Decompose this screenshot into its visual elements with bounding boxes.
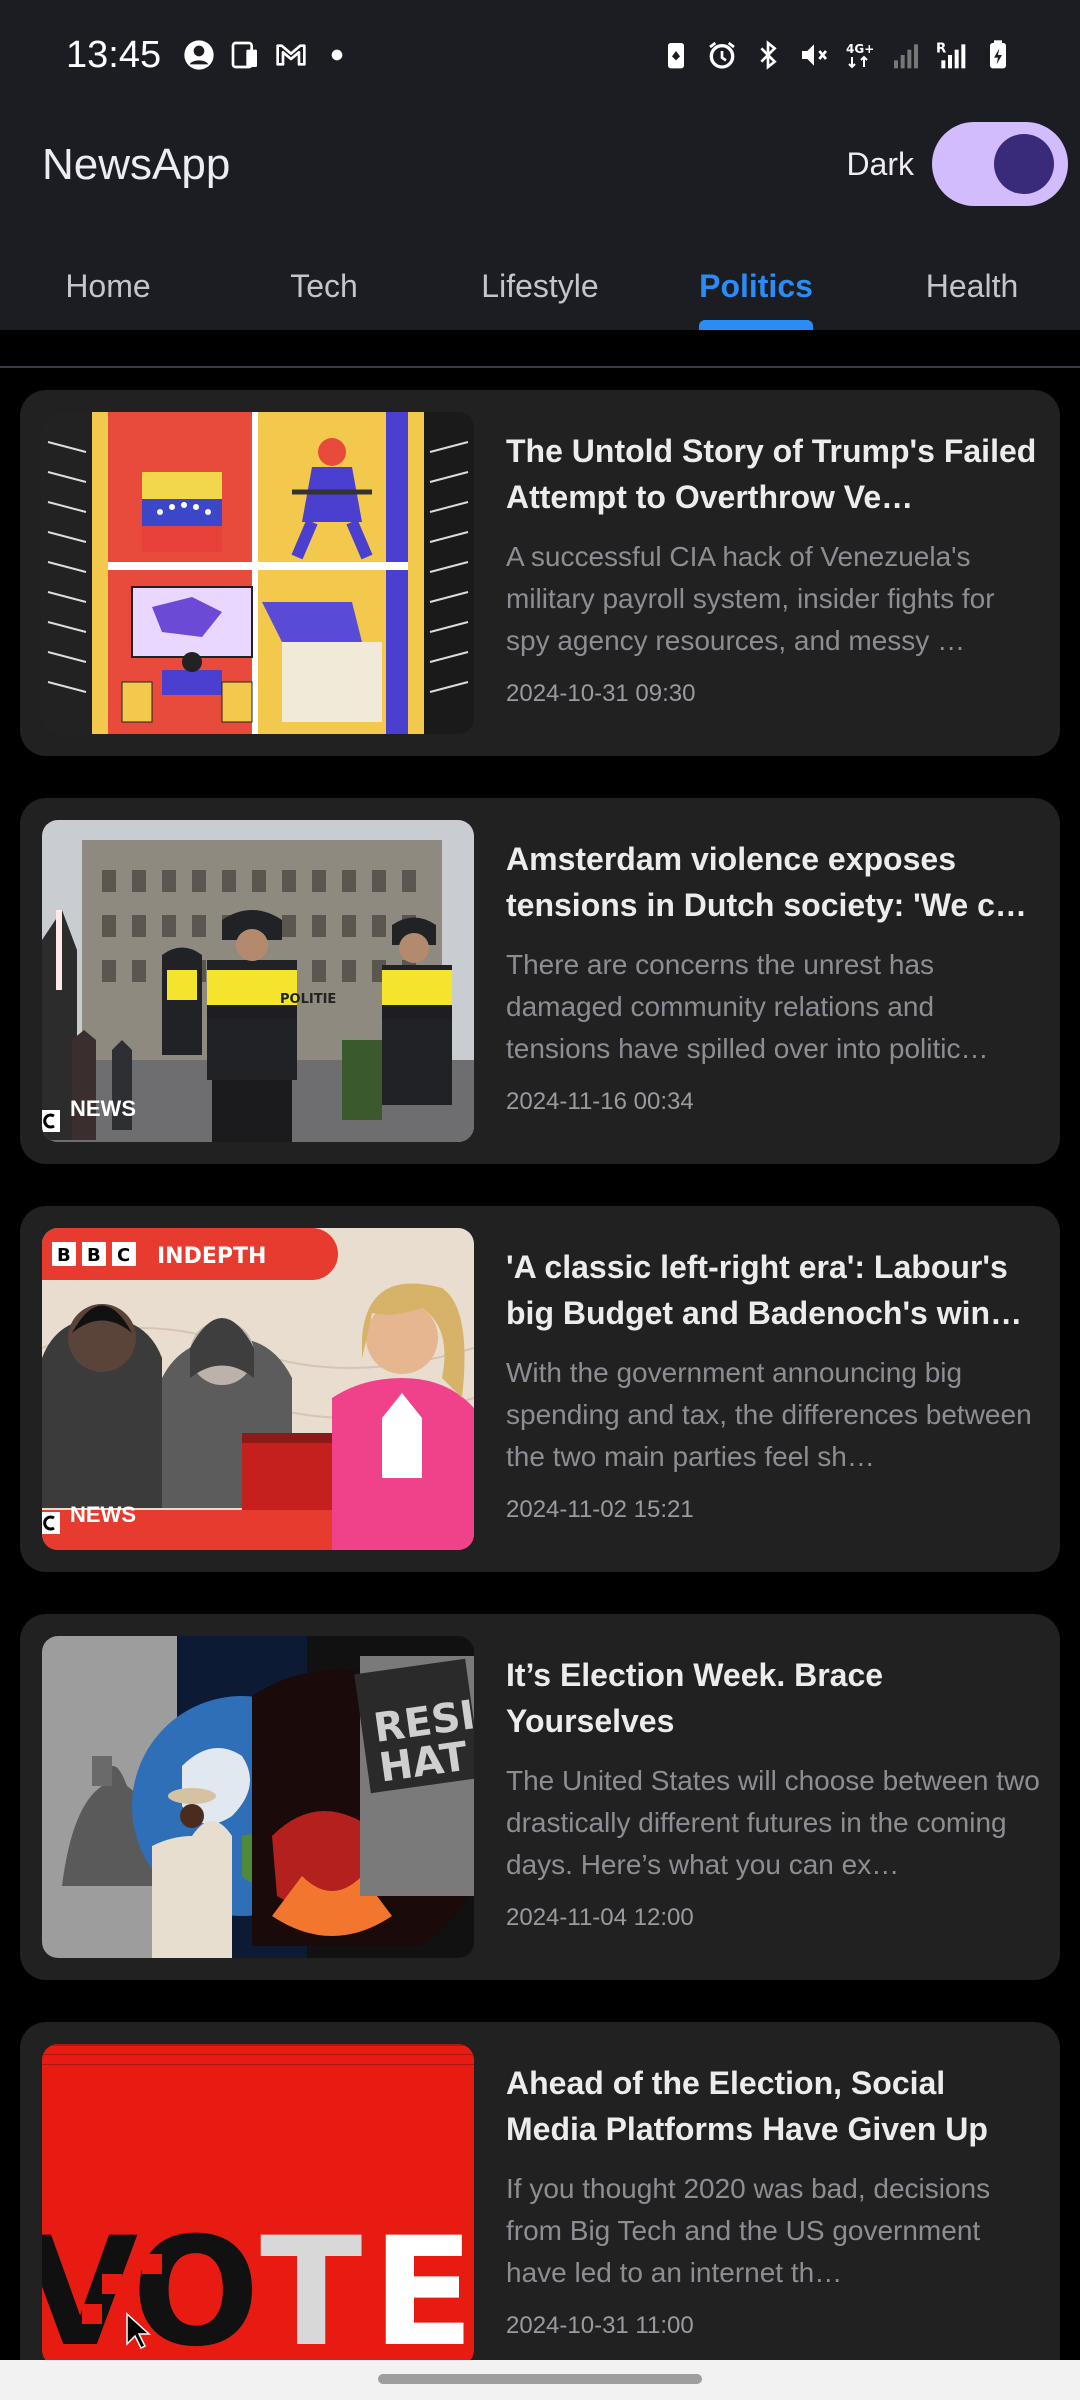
switch-knob (994, 134, 1054, 194)
article-thumbnail[interactable]: V O T E (42, 2044, 474, 2360)
article-thumbnail[interactable]: RESI HAT (42, 1636, 474, 1958)
status-time: 13:45 (66, 33, 162, 76)
tab-tech[interactable]: Tech (216, 250, 432, 330)
article-summary: A successful CIA hack of Venezuela's mil… (506, 541, 995, 656)
tab-label: Home (65, 268, 151, 304)
article-title: Ahead of the Election, Social Media Plat… (506, 2065, 988, 2147)
article-date: 2024-10-31 11:00 (506, 2312, 694, 2339)
article-summary: With the government announcing big spend… (506, 1357, 1032, 1472)
app-title: NewsApp (42, 140, 231, 189)
status-right: 4G+ R (660, 39, 1014, 71)
article-text: 'A classic left-right era': Labour's big… (506, 1244, 1042, 1524)
article-card[interactable]: V O T E Ahead of the Election, Social Me… (20, 2022, 1060, 2360)
svg-text:R: R (936, 41, 946, 56)
tab-label: Tech (290, 268, 358, 304)
tab-politics[interactable]: Politics (648, 250, 864, 330)
home-handle[interactable] (378, 2374, 702, 2384)
category-tabs: Home Tech Lifestyle Politics Health (0, 250, 1080, 330)
article-date: 2024-10-31 09:30 (506, 680, 696, 707)
tab-lifestyle[interactable]: Lifestyle (432, 250, 648, 330)
svg-text:O: O (132, 2206, 260, 2360)
svg-text:T: T (260, 2206, 362, 2360)
svg-text:POLITIE: POLITIE (280, 992, 336, 1007)
app-bar: NewsApp Dark Home Tech Lifestyle Politic… (0, 110, 1080, 330)
mute-icon (798, 39, 830, 71)
article-text: The Untold Story of Trump's Failed Attem… (506, 428, 1042, 708)
gmail-icon (275, 39, 307, 71)
4g-icon: 4G+ (844, 39, 876, 71)
article-title: It’s Election Week. Brace Yourselves (506, 1657, 884, 1739)
tab-label: Lifestyle (481, 268, 599, 304)
signal-icon (890, 39, 922, 71)
battery-icon (982, 39, 1014, 71)
theme-toggle[interactable]: Dark (846, 122, 1068, 206)
svg-text:C: C (117, 1245, 130, 1266)
article-title: The Untold Story of Trump's Failed Attem… (506, 433, 1037, 515)
article-text: Ahead of the Election, Social Media Plat… (506, 2060, 1042, 2340)
status-bar: 13:45 4G+ R (0, 0, 1080, 110)
article-thumbnail[interactable]: POLITIE NEWS (42, 820, 474, 1142)
signal-roaming-icon: R (936, 39, 968, 71)
article-thumbnail[interactable]: BBC INDEPTH NEWS (42, 1228, 474, 1550)
article-card[interactable]: RESI HAT It’s Election Week. Brace Yours… (20, 1614, 1060, 1980)
svg-text:INDEPTH: INDEPTH (157, 1244, 266, 1269)
tab-label: Health (925, 268, 1019, 304)
battery-saver-icon (660, 39, 692, 71)
article-card[interactable]: POLITIE NEWS Amsterdam violence exposes … (20, 798, 1060, 1164)
theme-toggle-label: Dark (846, 145, 914, 182)
tab-label: Politics (699, 268, 813, 304)
svg-text:E: E (372, 2206, 474, 2360)
article-text: Amsterdam violence exposes tensions in D… (506, 836, 1042, 1116)
article-card[interactable]: The Untold Story of Trump's Failed Attem… (20, 390, 1060, 756)
image-news-label: NEWS (70, 1502, 136, 1527)
news-feed[interactable]: The Untold Story of Trump's Failed Attem… (0, 368, 1080, 2360)
account-circle-icon (183, 39, 215, 71)
svg-text:B: B (57, 1245, 71, 1266)
status-left: 13:45 (66, 34, 353, 77)
alarm-icon (706, 39, 738, 71)
article-date: 2024-11-16 00:34 (506, 1088, 694, 1115)
image-news-label: NEWS (70, 1096, 136, 1121)
dot-icon (321, 39, 353, 71)
article-summary: If you thought 2020 was bad, decisions f… (506, 2173, 991, 2288)
article-date: 2024-11-02 15:21 (506, 1496, 694, 1523)
bluetooth-icon (752, 39, 784, 71)
article-summary: There are concerns the unrest has damage… (506, 949, 989, 1064)
article-summary: The United States will choose between tw… (506, 1765, 1040, 1880)
tab-indicator (699, 320, 813, 330)
svg-text:B: B (87, 1245, 101, 1266)
article-title: 'A classic left-right era': Labour's big… (506, 1249, 1008, 1331)
article-thumbnail[interactable] (42, 412, 474, 734)
svg-text:4G+: 4G+ (846, 42, 874, 56)
tab-home[interactable]: Home (0, 250, 216, 330)
svg-text:V: V (42, 2206, 138, 2360)
gesture-nav-bar (0, 2360, 1080, 2400)
article-title: Amsterdam violence exposes tensions in D… (506, 841, 1027, 923)
dark-mode-switch[interactable] (932, 122, 1068, 206)
article-text: It’s Election Week. Brace Yourselves The… (506, 1652, 1042, 1932)
tab-health[interactable]: Health (864, 250, 1080, 330)
article-card[interactable]: BBC INDEPTH NEWS 'A classic left-right e… (20, 1206, 1060, 1572)
article-date: 2024-11-04 12:00 (506, 1904, 694, 1931)
device-icon (229, 39, 261, 71)
